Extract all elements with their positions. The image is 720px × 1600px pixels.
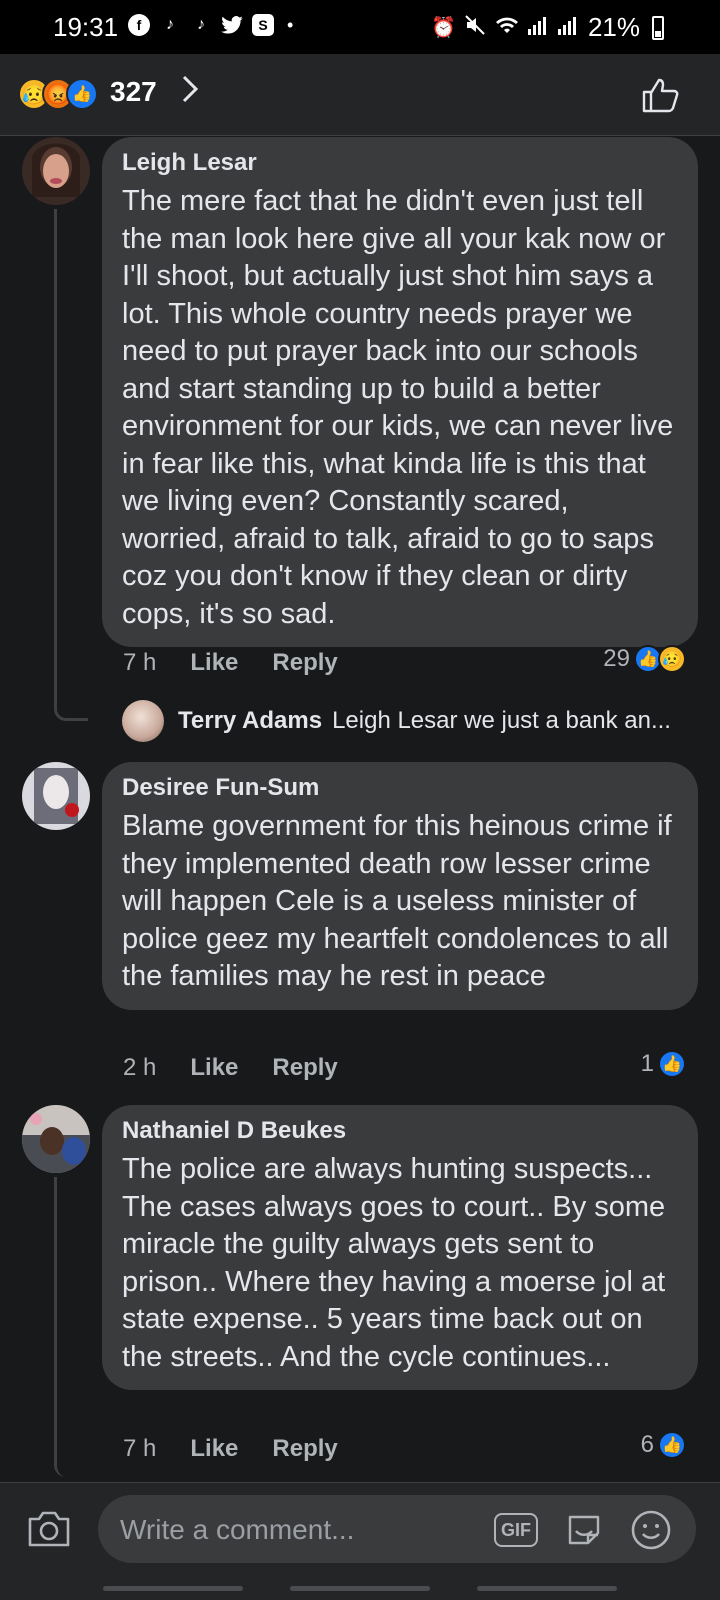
comment-reactions[interactable]: 6 👍	[641, 1431, 686, 1459]
thumbs-up-icon	[642, 78, 679, 113]
sticker-button[interactable]	[564, 1511, 604, 1549]
comment-text: Blame government for this heinous crime …	[122, 810, 672, 992]
comment-actions: 7 h Like Reply	[123, 649, 338, 677]
facebook-icon: f	[128, 14, 150, 36]
comment-actions: 2 h Like Reply	[123, 1054, 338, 1082]
comment-text: The police are always hunting suspects..…	[122, 1153, 666, 1373]
system-nav-bar	[0, 1586, 720, 1600]
mute-icon	[464, 14, 486, 42]
like-button[interactable]: Like	[190, 1435, 238, 1463]
camera-button[interactable]	[26, 1509, 72, 1549]
nav-home-handle[interactable]	[289, 1586, 430, 1591]
like-reaction-icon: 👍	[658, 1050, 686, 1078]
like-button[interactable]: Like	[190, 1054, 238, 1082]
s-app-icon: S	[252, 14, 274, 36]
comment-text: The mere fact that he didn't even just t…	[122, 185, 674, 630]
signal-icon-2	[557, 15, 580, 41]
reaction-count: 6	[640, 1431, 654, 1458]
reply-button[interactable]: Reply	[272, 1054, 337, 1082]
comment-reactions[interactable]: 1 👍	[641, 1050, 686, 1078]
reply-author[interactable]: Terry Adams	[178, 707, 322, 735]
comment-author[interactable]: Desiree Fun-Sum	[122, 774, 678, 802]
tiktok-icon: ♪	[166, 16, 174, 33]
comment-bubble[interactable]: Leigh Lesar The mere fact that he didn't…	[102, 137, 698, 647]
comment-time: 2 h	[123, 1054, 157, 1081]
emoji-button[interactable]	[630, 1509, 672, 1551]
comment-composer: Write a comment... GIF	[0, 1482, 720, 1600]
like-reaction-icon: 👍	[658, 1431, 686, 1459]
thread-line	[54, 1177, 88, 1477]
reply-preview[interactable]: Terry Adams Leigh Lesar we just a bank a…	[122, 700, 671, 742]
comment-input-placeholder: Write a comment...	[120, 1514, 355, 1545]
comments-list: Leigh Lesar The mere fact that he didn't…	[0, 137, 720, 1482]
avatar	[122, 700, 164, 742]
smiley-icon	[631, 1510, 671, 1550]
reply-button[interactable]: Reply	[272, 649, 337, 677]
battery-percent: 21%	[587, 12, 640, 42]
more-notifications-dot: •	[287, 14, 294, 35]
twitter-icon	[221, 13, 243, 37]
status-right: ⏰ 21%	[431, 12, 664, 43]
reaction-count: 1	[640, 1050, 654, 1077]
like-post-button[interactable]	[640, 76, 680, 114]
comment-time: 7 h	[123, 649, 157, 676]
like-button[interactable]: Like	[190, 649, 238, 677]
avatar[interactable]	[22, 1105, 90, 1173]
reaction-count: 29	[603, 645, 630, 672]
gif-button[interactable]: GIF	[494, 1513, 538, 1547]
reply-text: Leigh Lesar we just a bank an...	[332, 707, 671, 734]
nav-recents-handle[interactable]	[103, 1586, 244, 1591]
sad-reaction-icon: 😥	[658, 645, 686, 673]
wifi-icon	[494, 15, 520, 41]
status-bar: 19:31 f ♪ ♪ S • ⏰ 21%	[0, 0, 720, 54]
tiktok-icon: ♪	[197, 16, 205, 33]
comment-time: 7 h	[123, 1435, 157, 1462]
comment-reactions[interactable]: 29 👍 😥	[603, 645, 686, 673]
nav-back-handle[interactable]	[476, 1586, 617, 1591]
avatar[interactable]	[22, 762, 90, 830]
like-reaction-icon: 👍	[66, 78, 98, 110]
notification-icons: f ♪ ♪ S •	[128, 13, 293, 37]
reaction-count[interactable]: 327	[110, 76, 157, 108]
comment-bubble[interactable]: Nathaniel D Beukes The police are always…	[102, 1105, 698, 1390]
camera-icon	[28, 1511, 70, 1547]
signal-icon	[527, 15, 550, 41]
comment-actions: 7 h Like Reply	[123, 1435, 338, 1463]
thread-line	[54, 209, 88, 721]
comment-input[interactable]: Write a comment... GIF	[98, 1495, 696, 1563]
chevron-right-icon[interactable]	[180, 74, 200, 112]
alarm-icon: ⏰	[431, 17, 456, 39]
reactions-header: 😥 😡 👍 327	[0, 54, 720, 136]
sticker-icon	[568, 1515, 600, 1545]
reply-button[interactable]: Reply	[272, 1435, 337, 1463]
battery-icon	[652, 15, 664, 40]
reaction-summary[interactable]: 😥 😡 👍	[18, 78, 98, 110]
comment-bubble[interactable]: Desiree Fun-Sum Blame government for thi…	[102, 762, 698, 1010]
avatar[interactable]	[22, 137, 90, 205]
comment-author[interactable]: Nathaniel D Beukes	[122, 1117, 678, 1145]
comment-author[interactable]: Leigh Lesar	[122, 149, 678, 177]
status-time: 19:31	[53, 12, 119, 42]
